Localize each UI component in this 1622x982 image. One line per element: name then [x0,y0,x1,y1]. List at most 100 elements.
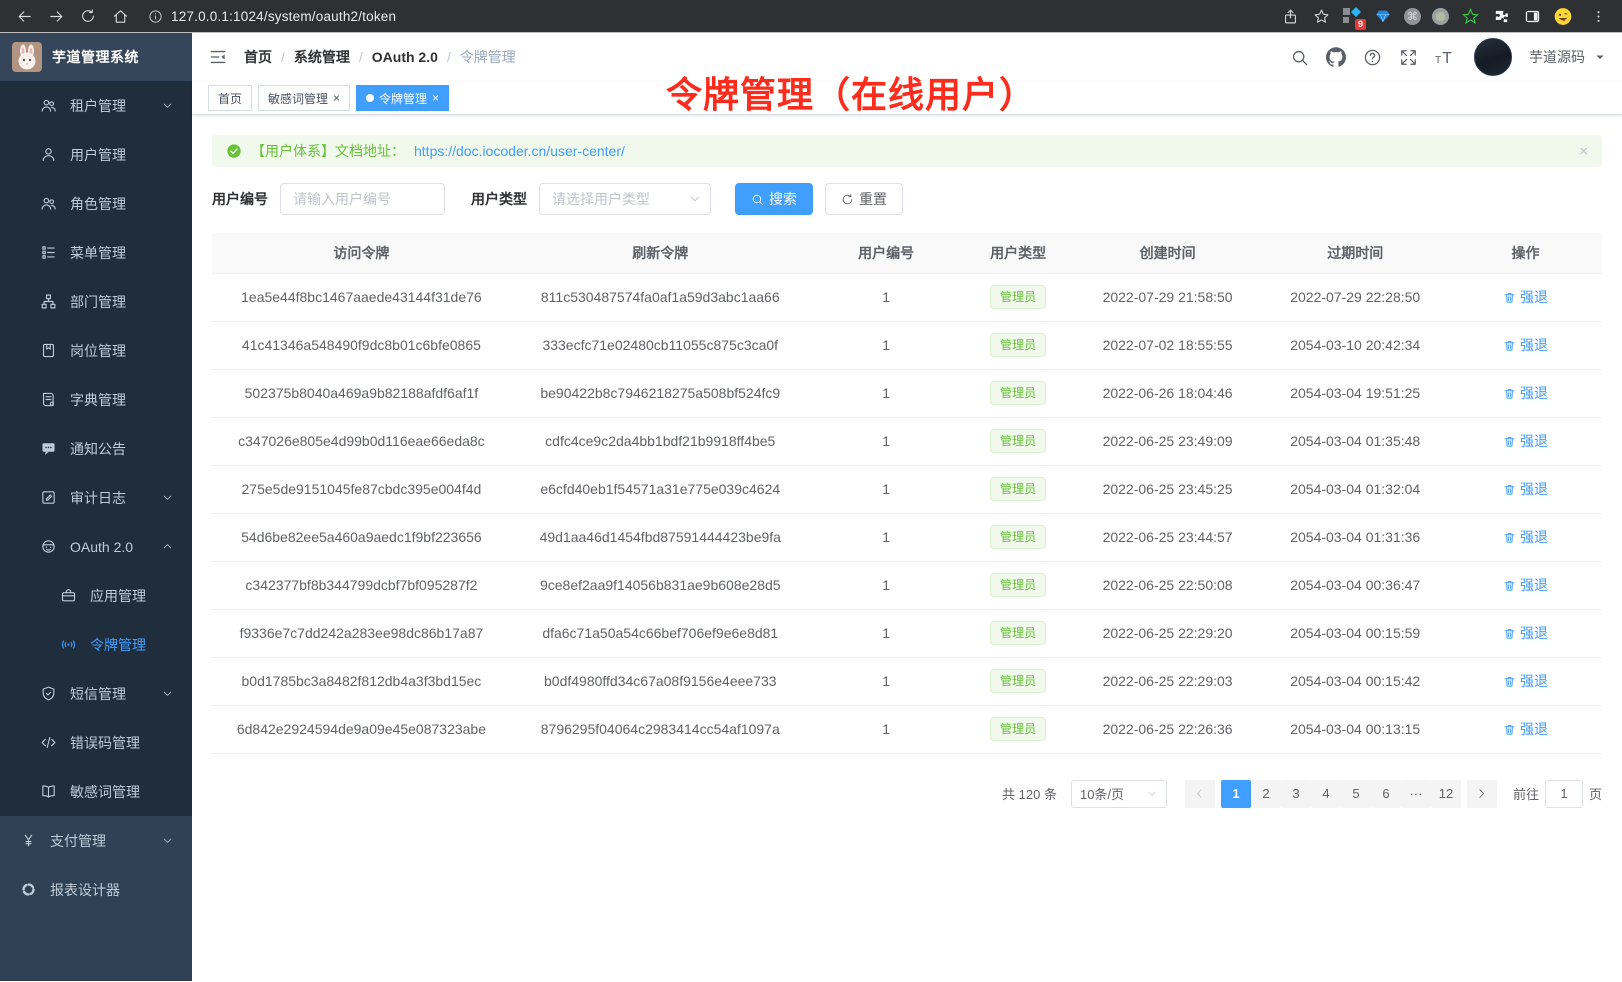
force-logout-button[interactable]: 强退 [1503,479,1548,499]
force-logout-button[interactable]: 强退 [1503,575,1548,595]
access-token-cell: 6d842e2924594de9a09e45e087323abe [212,705,511,753]
sidebar-item-租户管理[interactable]: 租户管理 [0,81,192,130]
breadcrumb-item[interactable]: OAuth 2.0 [372,49,438,65]
alert-close-icon[interactable]: × [1579,143,1588,160]
sidebar-item-OAuth 2.0[interactable]: OAuth 2.0 [0,522,192,571]
breadcrumb-item[interactable]: 系统管理 [294,47,350,67]
fullscreen-icon[interactable] [1399,48,1418,67]
refresh-token-cell: 8796295f04064c2983414cc54af1097a [511,705,810,753]
page-button-2[interactable]: 2 [1251,780,1281,808]
tab-首页[interactable]: 首页 [208,85,252,111]
search-button[interactable]: 搜索 [735,183,813,215]
command-extension-icon[interactable]: ⌘ [1404,8,1421,25]
force-logout-button[interactable]: 强退 [1503,335,1548,355]
app-logo-bar[interactable]: 芋道管理系统 [0,33,192,81]
doc-link[interactable]: https://doc.iocoder.cn/user-center/ [414,143,625,159]
reset-button[interactable]: 重置 [825,183,903,215]
sidebar-collapse-icon[interactable] [208,47,228,67]
sidebar-item-label: 错误码管理 [70,733,140,753]
app-briefcase-icon [60,587,78,605]
puzzle-extension-icon[interactable] [1491,6,1511,26]
tab-close-icon[interactable]: × [432,92,439,104]
goto-page-input[interactable] [1545,780,1583,808]
page-button-6[interactable]: 6 [1371,780,1401,808]
dot-extension-icon[interactable] [1432,8,1449,25]
force-logout-button[interactable]: 强退 [1503,671,1548,691]
sidebar-item-令牌管理[interactable]: 令牌管理 [0,620,192,669]
page-button-4[interactable]: 4 [1311,780,1341,808]
delete-icon [1503,435,1516,448]
sidebar-item-部门管理[interactable]: 部门管理 [0,277,192,326]
user-id-input[interactable] [280,183,445,215]
sidebar-item-审计日志[interactable]: 审计日志 [0,473,192,522]
force-logout-button[interactable]: 强退 [1503,719,1548,739]
tab-敏感词管理[interactable]: 敏感词管理 × [258,85,350,111]
address-bar[interactable]: 127.0.0.1:1024/system/oauth2/token [148,9,1266,24]
help-icon[interactable] [1363,48,1382,67]
browser-reload-icon[interactable] [74,4,102,28]
column-header: 过期时间 [1261,233,1449,273]
chevron-down-icon [161,834,174,847]
sidebar-item-角色管理[interactable]: 角色管理 [0,179,192,228]
page-size-select[interactable]: 10条/页 [1071,780,1167,808]
github-icon[interactable] [1326,47,1346,67]
header-search-icon[interactable] [1290,48,1309,67]
sidebar: 芋道管理系统 租户管理 用户管理 角色管理 菜单管理 部门管理 岗位管理 字典管… [0,33,192,981]
sidebar-item-字典管理[interactable]: 字典管理 [0,375,192,424]
profile-emoji-icon[interactable] [1553,6,1573,26]
sidebar-item-应用管理[interactable]: 应用管理 [0,571,192,620]
share-icon[interactable] [1280,6,1300,26]
sidebar-item-敏感词管理[interactable]: 敏感词管理 [0,767,192,816]
user-type-select[interactable] [539,183,711,215]
page-button-3[interactable]: 3 [1281,780,1311,808]
sidebar-item-label: OAuth 2.0 [70,539,133,555]
sidebar-item-错误码管理[interactable]: 错误码管理 [0,718,192,767]
sidebar-item-label: 部门管理 [70,292,126,312]
sidepanel-icon[interactable] [1522,6,1542,26]
force-logout-button[interactable]: 强退 [1503,383,1548,403]
sidebar-item-支付管理[interactable]: 支付管理 [0,816,192,865]
alert-text: 【用户体系】文档地址： [251,141,405,161]
sidebar-item-报表设计器[interactable]: 报表设计器 [0,865,192,914]
tab-close-icon[interactable]: × [333,92,340,104]
bookmark-star-icon[interactable] [1311,6,1331,26]
next-page-button[interactable] [1467,780,1497,808]
audit-log-icon [40,489,58,507]
sidebar-item-label: 应用管理 [90,586,146,606]
user-name[interactable]: 芋道源码 [1529,47,1585,67]
sidebar-item-用户管理[interactable]: 用户管理 [0,130,192,179]
gem-extension-icon[interactable] [1373,6,1393,26]
sidebar-item-短信管理[interactable]: 短信管理 [0,669,192,718]
expire-time-cell: 2054-03-10 20:42:34 [1261,321,1449,369]
prev-page-button[interactable] [1185,780,1215,808]
browser-back-icon[interactable] [10,4,38,28]
site-info-icon[interactable] [148,9,163,24]
extension-grid-icon[interactable]: 9 [1342,6,1362,26]
more-pages-button[interactable]: ··· [1401,780,1431,808]
user-type-tag: 管理员 [990,333,1046,357]
user-caret-down-icon[interactable] [1594,51,1606,63]
delete-icon [1503,723,1516,736]
sidebar-item-岗位管理[interactable]: 岗位管理 [0,326,192,375]
force-logout-button[interactable]: 强退 [1503,623,1548,643]
sidebar-item-菜单管理[interactable]: 菜单管理 [0,228,192,277]
force-logout-button[interactable]: 强退 [1503,287,1548,307]
breadcrumb: 首页/系统管理/OAuth 2.0/令牌管理 [244,47,516,67]
refresh-token-cell: dfa6c71a50a54c66bef706ef9e6e8d81 [511,609,810,657]
star-extension-icon[interactable] [1460,6,1480,26]
breadcrumb-item[interactable]: 首页 [244,47,272,67]
force-logout-button[interactable]: 强退 [1503,527,1548,547]
force-logout-button[interactable]: 强退 [1503,431,1548,451]
browser-home-icon[interactable] [106,4,134,28]
browser-menu-icon[interactable] [1584,4,1612,28]
expire-time-cell: 2054-03-04 00:36:47 [1261,561,1449,609]
page-button-12[interactable]: 12 [1431,780,1461,808]
tab-令牌管理[interactable]: 令牌管理 × [356,85,449,111]
font-size-icon[interactable]: TT [1435,48,1457,67]
user-type-label: 用户类型 [471,189,527,209]
user-avatar[interactable] [1474,38,1512,76]
browser-forward-icon[interactable] [42,4,70,28]
page-button-5[interactable]: 5 [1341,780,1371,808]
page-button-1[interactable]: 1 [1221,780,1251,808]
sidebar-item-通知公告[interactable]: 通知公告 [0,424,192,473]
